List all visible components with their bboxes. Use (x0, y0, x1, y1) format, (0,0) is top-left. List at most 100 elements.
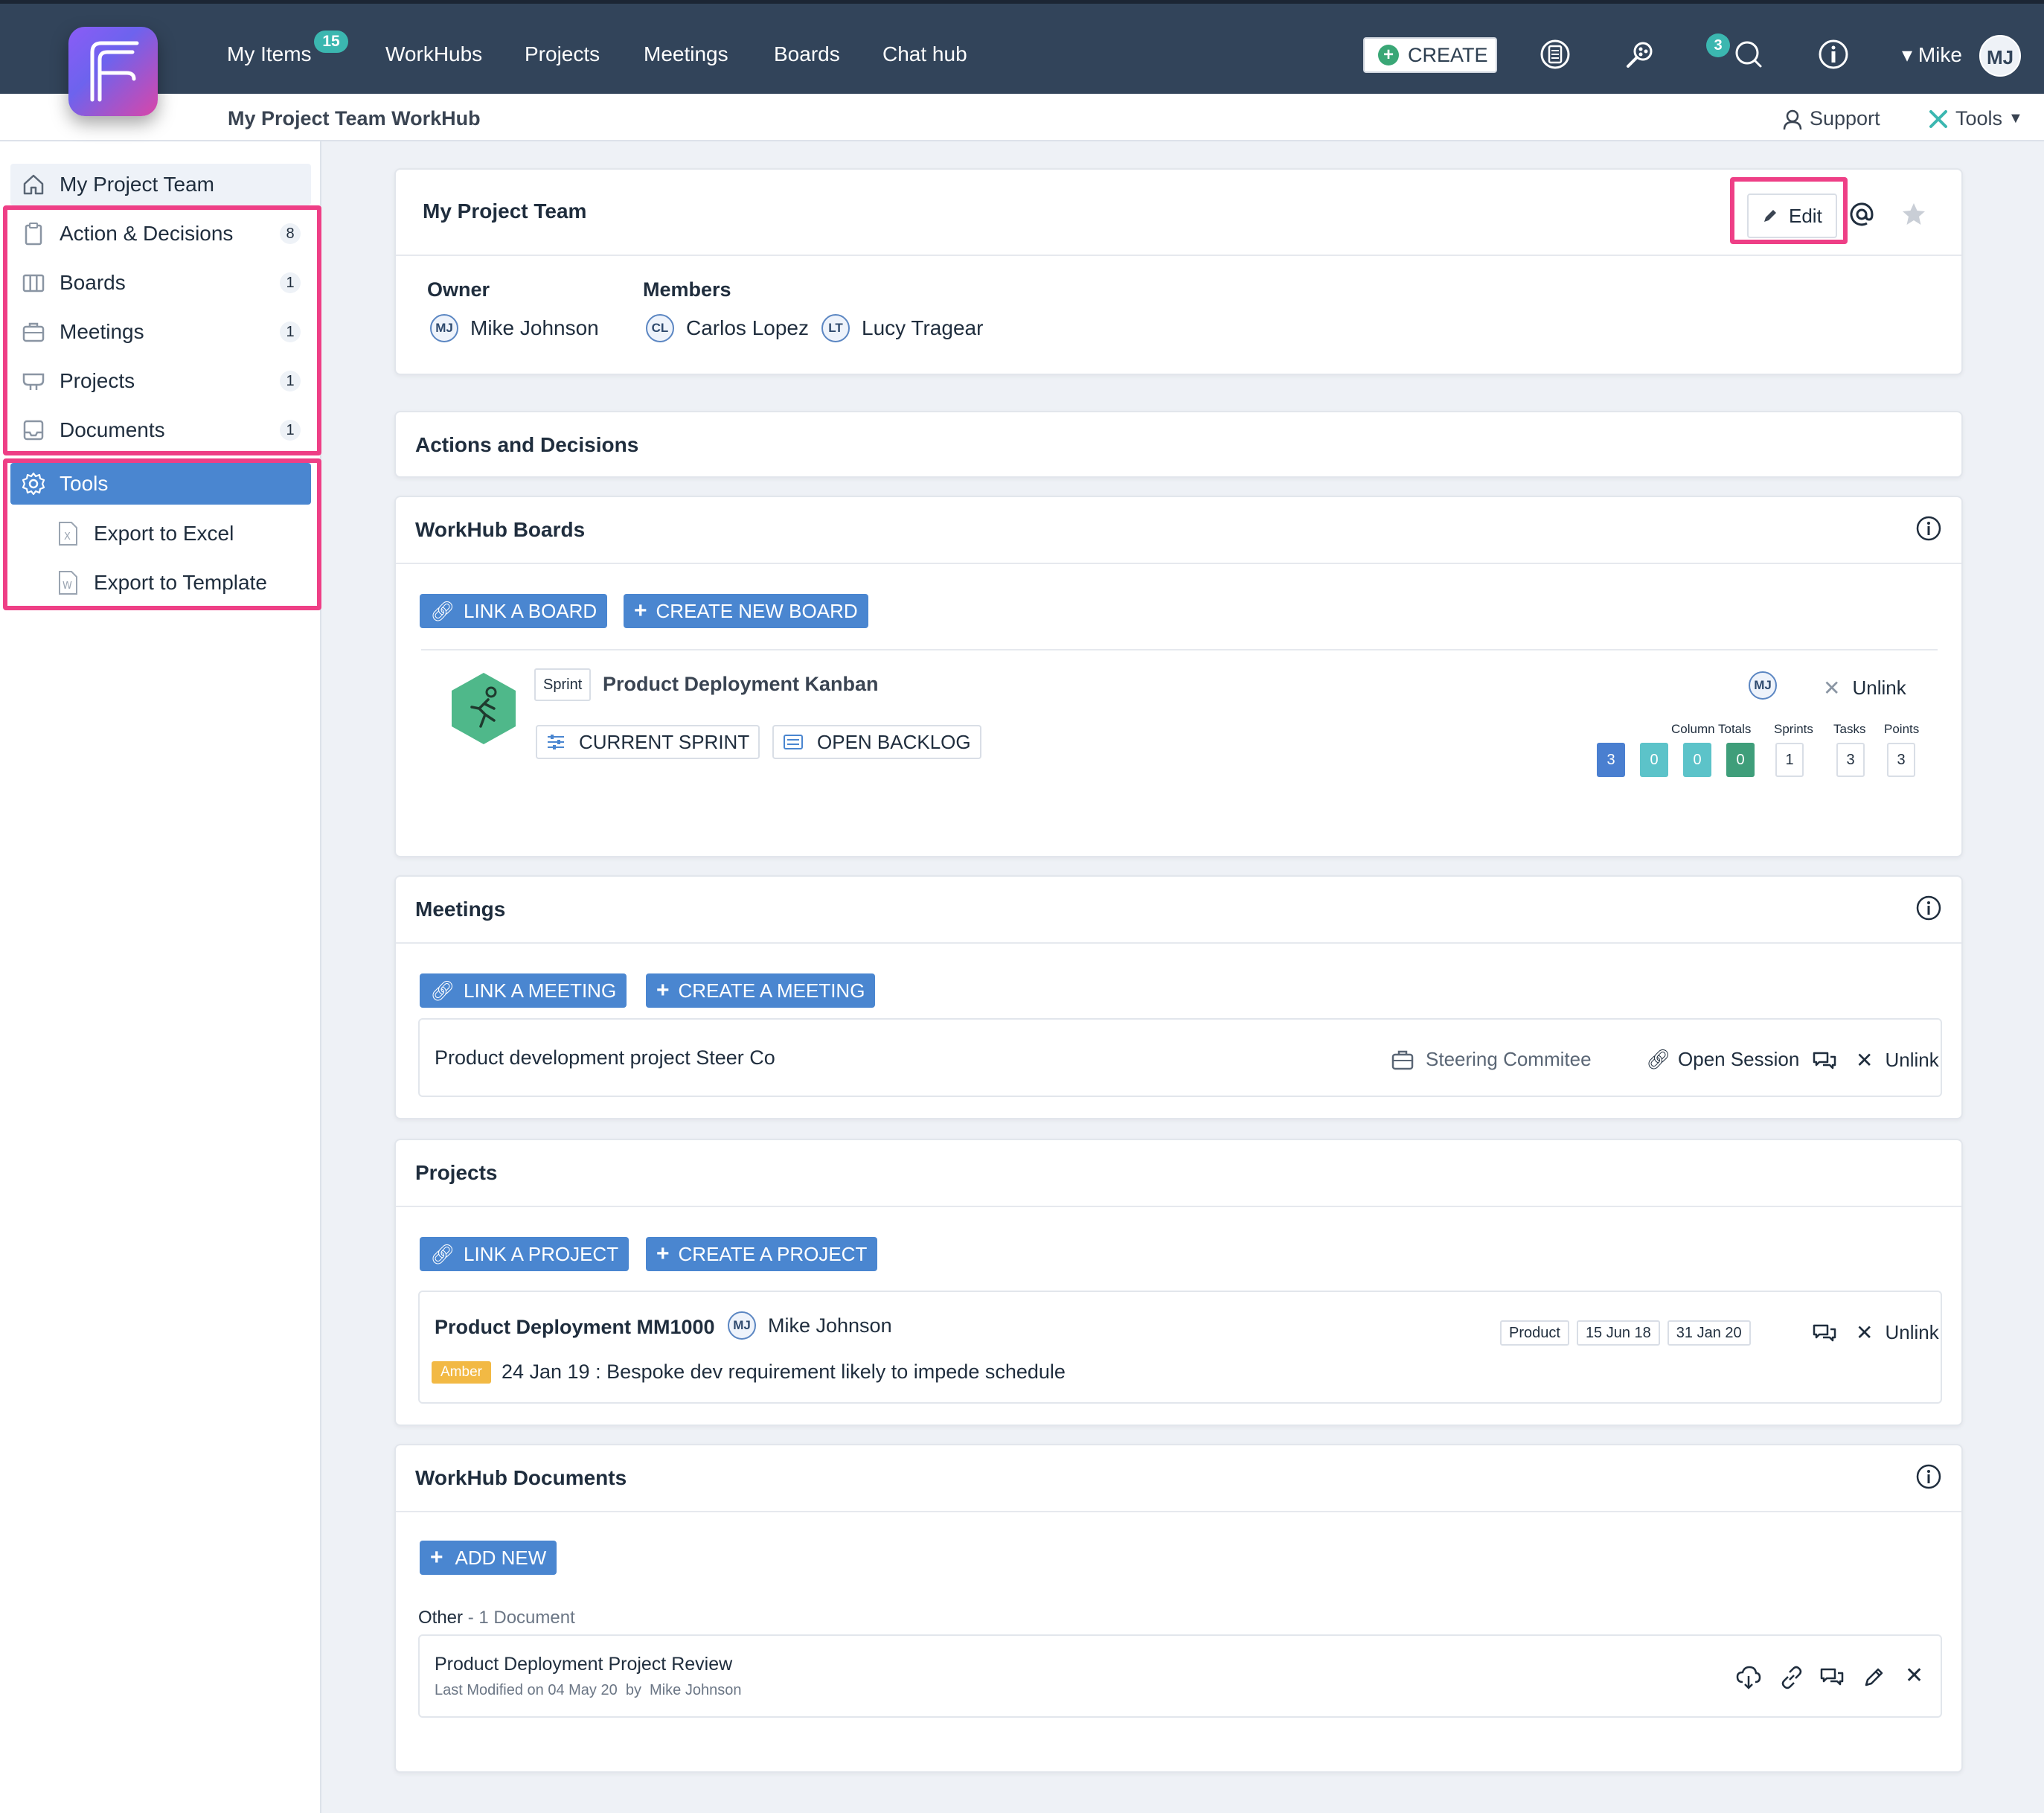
projects-card: Projects 🔗︎ LINK A PROJECT + CREATE A PR… (394, 1139, 1963, 1426)
comments-icon[interactable] (1820, 1667, 1844, 1688)
divider (396, 1206, 1961, 1207)
open-backlog-button[interactable]: OPEN BACKLOG (772, 725, 981, 759)
meeting-type-label: Steering Commitee (1426, 1048, 1592, 1070)
members-label: Members (643, 278, 731, 301)
nav-my-items[interactable]: My Items (227, 42, 312, 66)
close-icon[interactable]: ✕ (1905, 1663, 1923, 1689)
avatar: MJ (430, 314, 458, 342)
avatar: LT (821, 314, 850, 342)
mention-icon[interactable] (1848, 201, 1875, 228)
create-project-button[interactable]: + CREATE A PROJECT (646, 1237, 878, 1271)
column-totals-label: Column Totals (1671, 722, 1752, 736)
project-type-tag: Product (1500, 1320, 1569, 1346)
open-session-label: Open Session (1678, 1048, 1800, 1070)
current-sprint-label: CURRENT SPRINT (579, 730, 750, 753)
user-menu[interactable]: ▾ Mike (1902, 42, 1962, 67)
add-new-button[interactable]: + ADD NEW (420, 1541, 557, 1575)
actions-title[interactable]: Actions and Decisions (415, 433, 638, 457)
pencil-icon[interactable] (1863, 1666, 1886, 1688)
unlink-label: Unlink (1885, 1049, 1939, 1071)
divider (396, 255, 1961, 256)
sprint-runner-icon (452, 673, 516, 744)
points-label: Points (1884, 722, 1920, 736)
sprints-count-box: 1 (1775, 743, 1804, 777)
chat-badge: 3 (1706, 33, 1730, 57)
document-list-icon[interactable] (1539, 38, 1572, 71)
close-icon: ✕ (1856, 1321, 1874, 1344)
search-share-icon[interactable] (1624, 38, 1656, 71)
document-row[interactable]: Product Deployment Project Review Last M… (418, 1634, 1942, 1718)
info-circle-icon[interactable] (1915, 895, 1942, 921)
create-board-button[interactable]: + CREATE NEW BOARD (624, 594, 868, 628)
meeting-name[interactable]: Product development project Steer Co (435, 1046, 775, 1069)
info-circle-icon[interactable] (1915, 1463, 1942, 1490)
meeting-unlink-button[interactable]: ✕ Unlink (1856, 1048, 1939, 1072)
current-sprint-button[interactable]: CURRENT SPRINT (536, 725, 760, 759)
nav-chat-hub[interactable]: Chat hub (882, 42, 967, 66)
top-navbar: My Items 15 WorkHubs Projects Meetings B… (0, 0, 2044, 94)
member-person[interactable]: CL Carlos Lopez (646, 314, 809, 342)
owner-name: Mike Johnson (470, 316, 599, 339)
link-project-button[interactable]: 🔗︎ LINK A PROJECT (420, 1237, 629, 1271)
sprints-label: Sprints (1774, 722, 1813, 736)
link-board-button[interactable]: 🔗︎ LINK A BOARD (420, 594, 608, 628)
support-link[interactable]: Support (1781, 107, 1880, 130)
cloud-download-icon[interactable] (1735, 1664, 1762, 1691)
page-title: My Project Team WorkHub (228, 107, 481, 130)
meeting-row[interactable]: Product development project Steer Co Ste… (418, 1018, 1942, 1097)
comments-icon[interactable] (1813, 1323, 1836, 1344)
documents-title: WorkHub Documents (415, 1466, 627, 1489)
owner-person[interactable]: MJ Mike Johnson (430, 314, 599, 342)
team-card: My Project Team Edit Owner Members MJ Mi… (394, 168, 1963, 375)
boards-card: WorkHub Boards 🔗︎ LINK A BOARD + CREATE … (394, 496, 1963, 857)
add-new-label: ADD NEW (455, 1546, 547, 1569)
project-name[interactable]: Product Deployment MM1000 (435, 1316, 715, 1339)
create-button[interactable]: + CREATE (1363, 37, 1497, 73)
project-unlink-button[interactable]: ✕ Unlink (1856, 1320, 1939, 1345)
member-name: Lucy Tragear (862, 316, 984, 339)
support-agent-icon (1783, 109, 1802, 130)
divider (421, 649, 1938, 650)
column-total-box: 0 (1640, 743, 1668, 777)
document-name[interactable]: Product Deployment Project Review (435, 1654, 732, 1675)
star-icon[interactable] (1900, 201, 1927, 228)
close-icon: ✕ (1823, 677, 1841, 700)
info-circle-icon[interactable] (1915, 515, 1942, 542)
nav-projects[interactable]: Projects (525, 42, 600, 66)
board-name[interactable]: Product Deployment Kanban (603, 673, 879, 696)
user-avatar[interactable]: MJ (1979, 35, 2021, 77)
status-note: 24 Jan 19 : Bespoke dev requirement like… (501, 1360, 1066, 1383)
sidebar-home-label: My Project Team (60, 173, 214, 196)
tasks-label: Tasks (1833, 722, 1866, 736)
link-chain-icon[interactable] (1778, 1664, 1805, 1691)
create-meeting-button[interactable]: + CREATE A MEETING (646, 973, 876, 1008)
project-row[interactable]: Product Deployment MM1000 MJ Mike Johnso… (418, 1291, 1942, 1404)
status-badge: Amber (432, 1360, 491, 1384)
app-logo[interactable] (68, 27, 158, 116)
board-unlink-button[interactable]: ✕ Unlink (1823, 676, 1906, 700)
tools-label: Tools (1955, 107, 2003, 130)
tools-menu[interactable]: Tools ▼ (1927, 107, 2023, 130)
my-items-badge: 15 (314, 31, 348, 53)
close-icon: ✕ (1856, 1049, 1874, 1072)
chat-icon[interactable] (1732, 38, 1765, 71)
nav-meetings[interactable]: Meetings (644, 42, 728, 66)
meeting-type: Steering Commitee (1391, 1048, 1592, 1071)
comments-icon[interactable] (1813, 1051, 1836, 1072)
column-total-box: 0 (1726, 743, 1755, 777)
plus-icon: + (634, 598, 647, 623)
points-count-box: 3 (1887, 743, 1915, 777)
link-project-label: LINK A PROJECT (464, 1242, 619, 1265)
info-icon[interactable] (1817, 38, 1850, 71)
sidebar-item-home[interactable]: My Project Team (10, 164, 311, 205)
nav-workhubs[interactable]: WorkHubs (385, 42, 482, 66)
link-meeting-button[interactable]: 🔗︎ LINK A MEETING (420, 973, 627, 1008)
user-name: Mike (1918, 43, 1962, 66)
member-person[interactable]: LT Lucy Tragear (821, 314, 983, 342)
avatar: CL (646, 314, 674, 342)
backlog-list-icon (784, 735, 803, 749)
open-backlog-label: OPEN BACKLOG (817, 730, 971, 753)
open-session-button[interactable]: 🔗︎ Open Session (1646, 1048, 1799, 1071)
link-meeting-label: LINK A MEETING (464, 979, 617, 1002)
nav-boards[interactable]: Boards (774, 42, 840, 66)
